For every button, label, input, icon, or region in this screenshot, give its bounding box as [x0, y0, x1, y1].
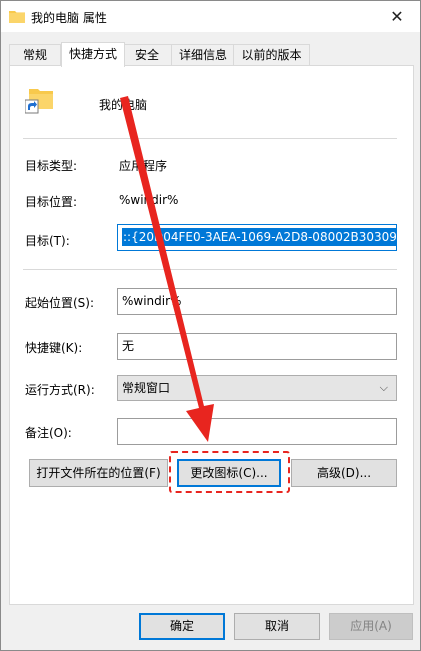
- open-file-location-button[interactable]: 打开文件所在的位置(F): [29, 459, 168, 487]
- close-icon: ✕: [390, 7, 404, 26]
- comment-label: 备注(O):: [25, 426, 72, 440]
- annotation-dashed-box: [169, 451, 290, 493]
- window-title: 我的电脑 属性: [31, 11, 107, 25]
- target-type-value: 应用程序: [119, 159, 168, 173]
- shortcut-name: 我的电脑: [99, 98, 148, 112]
- target-location-label: 目标位置:: [25, 195, 78, 209]
- start-in-label: 起始位置(S):: [25, 296, 95, 310]
- target-location-value: %windir%: [119, 193, 179, 207]
- close-button[interactable]: ✕: [374, 1, 420, 32]
- folder-icon: [9, 11, 25, 23]
- tab-general[interactable]: 常规: [9, 44, 61, 66]
- start-in-input[interactable]: %windir%: [117, 288, 397, 315]
- cancel-button[interactable]: 取消: [234, 613, 320, 640]
- properties-window: 我的电脑 属性 ✕ 常规 快捷方式 安全 详细信息 以前的版本 我的电脑 目标类…: [0, 0, 421, 651]
- chevron-down-icon: ⌵: [379, 381, 388, 394]
- target-value: ::{20D04FE0-3AEA-1069-A2D8-08002B30309D}: [122, 228, 396, 246]
- comment-input[interactable]: [117, 418, 397, 445]
- separator: [23, 269, 397, 270]
- hotkey-label: 快捷键(K):: [25, 341, 83, 355]
- target-label: 目标(T):: [25, 234, 70, 248]
- computer-shortcut-icon: [25, 89, 53, 114]
- tab-details[interactable]: 详细信息: [171, 44, 235, 66]
- target-input[interactable]: ::{20D04FE0-3AEA-1069-A2D8-08002B30309D}: [117, 224, 397, 251]
- ok-button[interactable]: 确定: [139, 613, 225, 640]
- advanced-button[interactable]: 高级(D)...: [291, 459, 397, 487]
- run-label: 运行方式(R):: [25, 383, 95, 397]
- target-type-label: 目标类型:: [25, 159, 78, 173]
- hotkey-input[interactable]: 无: [117, 333, 397, 360]
- title-bar: 我的电脑 属性 ✕: [1, 1, 420, 32]
- run-mode-value: 常规窗口: [122, 381, 171, 395]
- apply-button[interactable]: 应用(A): [329, 613, 413, 640]
- separator: [23, 138, 397, 139]
- tab-shortcut[interactable]: 快捷方式: [61, 42, 125, 67]
- tab-security[interactable]: 安全: [121, 44, 173, 66]
- run-mode-select[interactable]: 常规窗口 ⌵: [117, 375, 397, 401]
- tab-previous-versions[interactable]: 以前的版本: [233, 44, 310, 66]
